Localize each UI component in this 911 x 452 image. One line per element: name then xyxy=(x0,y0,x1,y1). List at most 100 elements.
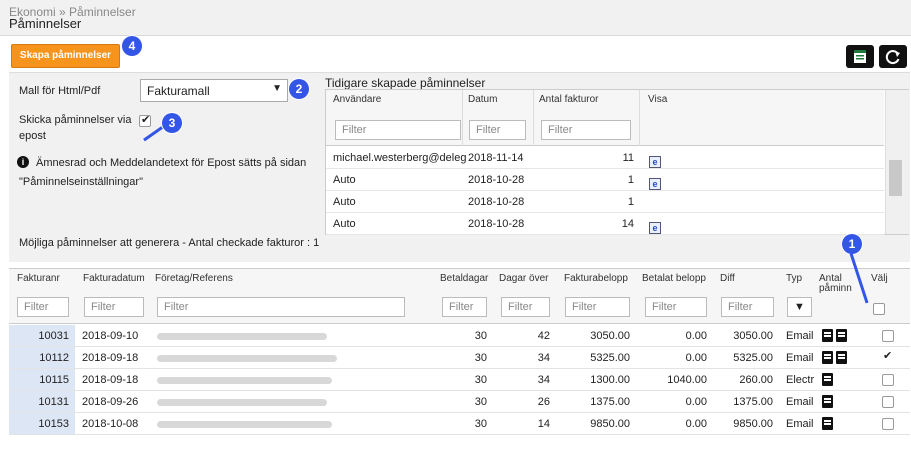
filter-paydays[interactable]: Filter xyxy=(442,297,487,317)
col-paydays[interactable]: Betaldagar xyxy=(440,273,488,284)
invoice-date: 2018-09-18 xyxy=(82,374,139,386)
pdf-icon[interactable] xyxy=(836,329,847,342)
filter-invoice-nr[interactable]: Filter xyxy=(17,297,69,317)
paydays: 30 xyxy=(474,418,487,430)
col-view[interactable]: Visa xyxy=(648,94,667,105)
invoice-nr[interactable]: 10153 xyxy=(38,418,69,430)
paydays: 30 xyxy=(474,396,487,408)
previous-reminders-title: Tidigare skapade påminnelser xyxy=(325,76,486,90)
template-select[interactable]: Fakturamall ▼ xyxy=(140,79,288,102)
select-checkbox[interactable] xyxy=(882,374,894,386)
pdf-icon[interactable] xyxy=(822,351,833,364)
view-browser-icon[interactable]: e xyxy=(649,222,661,234)
select-checkbox[interactable] xyxy=(882,349,894,364)
excel-icon xyxy=(854,50,866,63)
filter-date[interactable]: Filter xyxy=(469,120,526,140)
chevron-down-icon: ▼ xyxy=(272,83,282,94)
filter-company[interactable]: Filter xyxy=(157,297,405,317)
invoice-date: 2018-09-26 xyxy=(82,396,139,408)
col-select[interactable]: Välj xyxy=(871,273,888,284)
col-overdue[interactable]: Dagar över xyxy=(499,273,548,284)
annotation-badge-2: 2 xyxy=(289,79,309,99)
previous-table-header: Användare Datum Antal fakturor Visa Filt… xyxy=(326,90,884,146)
col-date[interactable]: Datum xyxy=(468,94,497,105)
filter-amount[interactable]: Filter xyxy=(565,297,630,317)
filter-type-select[interactable]: ▼ xyxy=(787,297,812,317)
delivery-type: Email xyxy=(786,330,814,342)
view-browser-icon[interactable]: e xyxy=(649,156,661,168)
invoice-date: 2018-09-10 xyxy=(82,330,139,342)
select-all-checkbox[interactable] xyxy=(873,303,885,315)
filter-user[interactable]: Filter xyxy=(335,120,461,140)
col-invoice-nr[interactable]: Fakturanr xyxy=(17,273,60,284)
previous-date: 2018-10-28 xyxy=(468,218,525,230)
invoice-amount: 1300.00 xyxy=(590,374,630,386)
col-user[interactable]: Användare xyxy=(333,94,381,105)
template-select-value: Fakturamall xyxy=(147,84,210,98)
col-diff[interactable]: Diff xyxy=(720,273,735,284)
filter-count[interactable]: Filter xyxy=(541,120,631,140)
previous-count: 1 xyxy=(627,196,634,208)
paydays: 30 xyxy=(474,374,487,386)
invoice-table-header: Fakturanr Fakturadatum Företag/Referens … xyxy=(9,268,910,324)
table-row[interactable]: 10031 2018-09-10 30 42 3050.00 0.00 3050.00 Ema… xyxy=(9,325,910,347)
select-checkbox[interactable] xyxy=(882,396,894,408)
refresh-icon xyxy=(885,50,900,65)
previous-date: 2018-10-28 xyxy=(468,174,525,186)
invoice-amount: 1375.00 xyxy=(590,396,630,408)
pdf-icon[interactable] xyxy=(822,417,833,430)
previous-row[interactable]: Auto 2018-10-28 1 xyxy=(326,191,884,213)
previous-user: Auto xyxy=(333,174,356,186)
filter-overdue[interactable]: Filter xyxy=(501,297,550,317)
info-text-2: "Påminnelseinställningar" xyxy=(19,176,143,188)
col-amount[interactable]: Fakturabelopp xyxy=(564,273,628,284)
pdf-icon[interactable] xyxy=(836,351,847,364)
invoice-nr[interactable]: 10112 xyxy=(39,352,69,364)
col-count[interactable]: Antal fakturor xyxy=(539,94,598,105)
previous-row[interactable]: michael.westerberg@deleg 2018-11-14 11 e xyxy=(326,147,884,169)
filter-paid[interactable]: Filter xyxy=(645,297,707,317)
pdf-icon[interactable] xyxy=(822,329,833,342)
select-checkbox[interactable] xyxy=(882,330,894,342)
invoice-nr[interactable]: 10115 xyxy=(39,374,69,386)
invoice-nr[interactable]: 10131 xyxy=(38,396,69,408)
days-overdue: 34 xyxy=(537,352,550,364)
previous-user: Auto xyxy=(333,196,356,208)
scrollbar[interactable] xyxy=(885,90,909,234)
diff-amount: 3050.00 xyxy=(733,330,773,342)
table-row[interactable]: 10115 2018-09-18 30 34 1300.00 1040.00 260.00 E… xyxy=(9,369,910,391)
filter-invoice-date[interactable]: Filter xyxy=(84,297,144,317)
template-label: Mall för Html/Pdf xyxy=(19,85,101,97)
create-reminders-button[interactable]: Skapa påminnelser xyxy=(11,44,120,68)
paydays: 30 xyxy=(474,352,487,364)
col-company[interactable]: Företag/Referens xyxy=(155,273,233,284)
previous-user: michael.westerberg@deleg xyxy=(333,152,467,164)
col-invoice-date[interactable]: Fakturadatum xyxy=(83,273,145,284)
delivery-type: Email xyxy=(786,352,814,364)
paid-amount: 0.00 xyxy=(685,352,707,364)
send-email-checkbox[interactable] xyxy=(139,113,151,127)
pdf-icon[interactable] xyxy=(822,373,833,386)
invoice-amount: 9850.00 xyxy=(590,418,630,430)
view-browser-icon[interactable]: e xyxy=(649,178,661,190)
invoice-amount: 5325.00 xyxy=(590,352,630,364)
scrollbar-thumb[interactable] xyxy=(889,160,902,196)
excel-export-button[interactable] xyxy=(846,45,874,68)
refresh-button[interactable] xyxy=(879,45,907,68)
previous-row[interactable]: Auto 2018-10-28 14 e xyxy=(326,213,884,235)
top-bar: Ekonomi » Påminnelser Påminnelser xyxy=(0,0,911,36)
table-row[interactable]: 10131 2018-09-26 30 26 1375.00 0.00 1375.00 Ema… xyxy=(9,391,910,413)
col-type[interactable]: Typ xyxy=(786,273,802,284)
col-paid[interactable]: Betalat belopp xyxy=(642,273,706,284)
annotation-badge-4: 4 xyxy=(122,36,142,56)
invoice-nr[interactable]: 10031 xyxy=(38,330,69,342)
col-reminders-2[interactable]: påminn xyxy=(819,283,852,294)
days-overdue: 42 xyxy=(537,330,550,342)
pdf-icon[interactable] xyxy=(822,395,833,408)
delivery-type: Email xyxy=(786,418,814,430)
select-checkbox[interactable] xyxy=(882,418,894,430)
table-row[interactable]: 10112 2018-09-18 30 34 5325.00 0.00 5325.00 Ema… xyxy=(9,347,910,369)
table-row[interactable]: 10153 2018-10-08 30 14 9850.00 0.00 9850.00 Ema… xyxy=(9,413,910,435)
filter-diff[interactable]: Filter xyxy=(721,297,774,317)
previous-row[interactable]: Auto 2018-10-28 1 e xyxy=(326,169,884,191)
